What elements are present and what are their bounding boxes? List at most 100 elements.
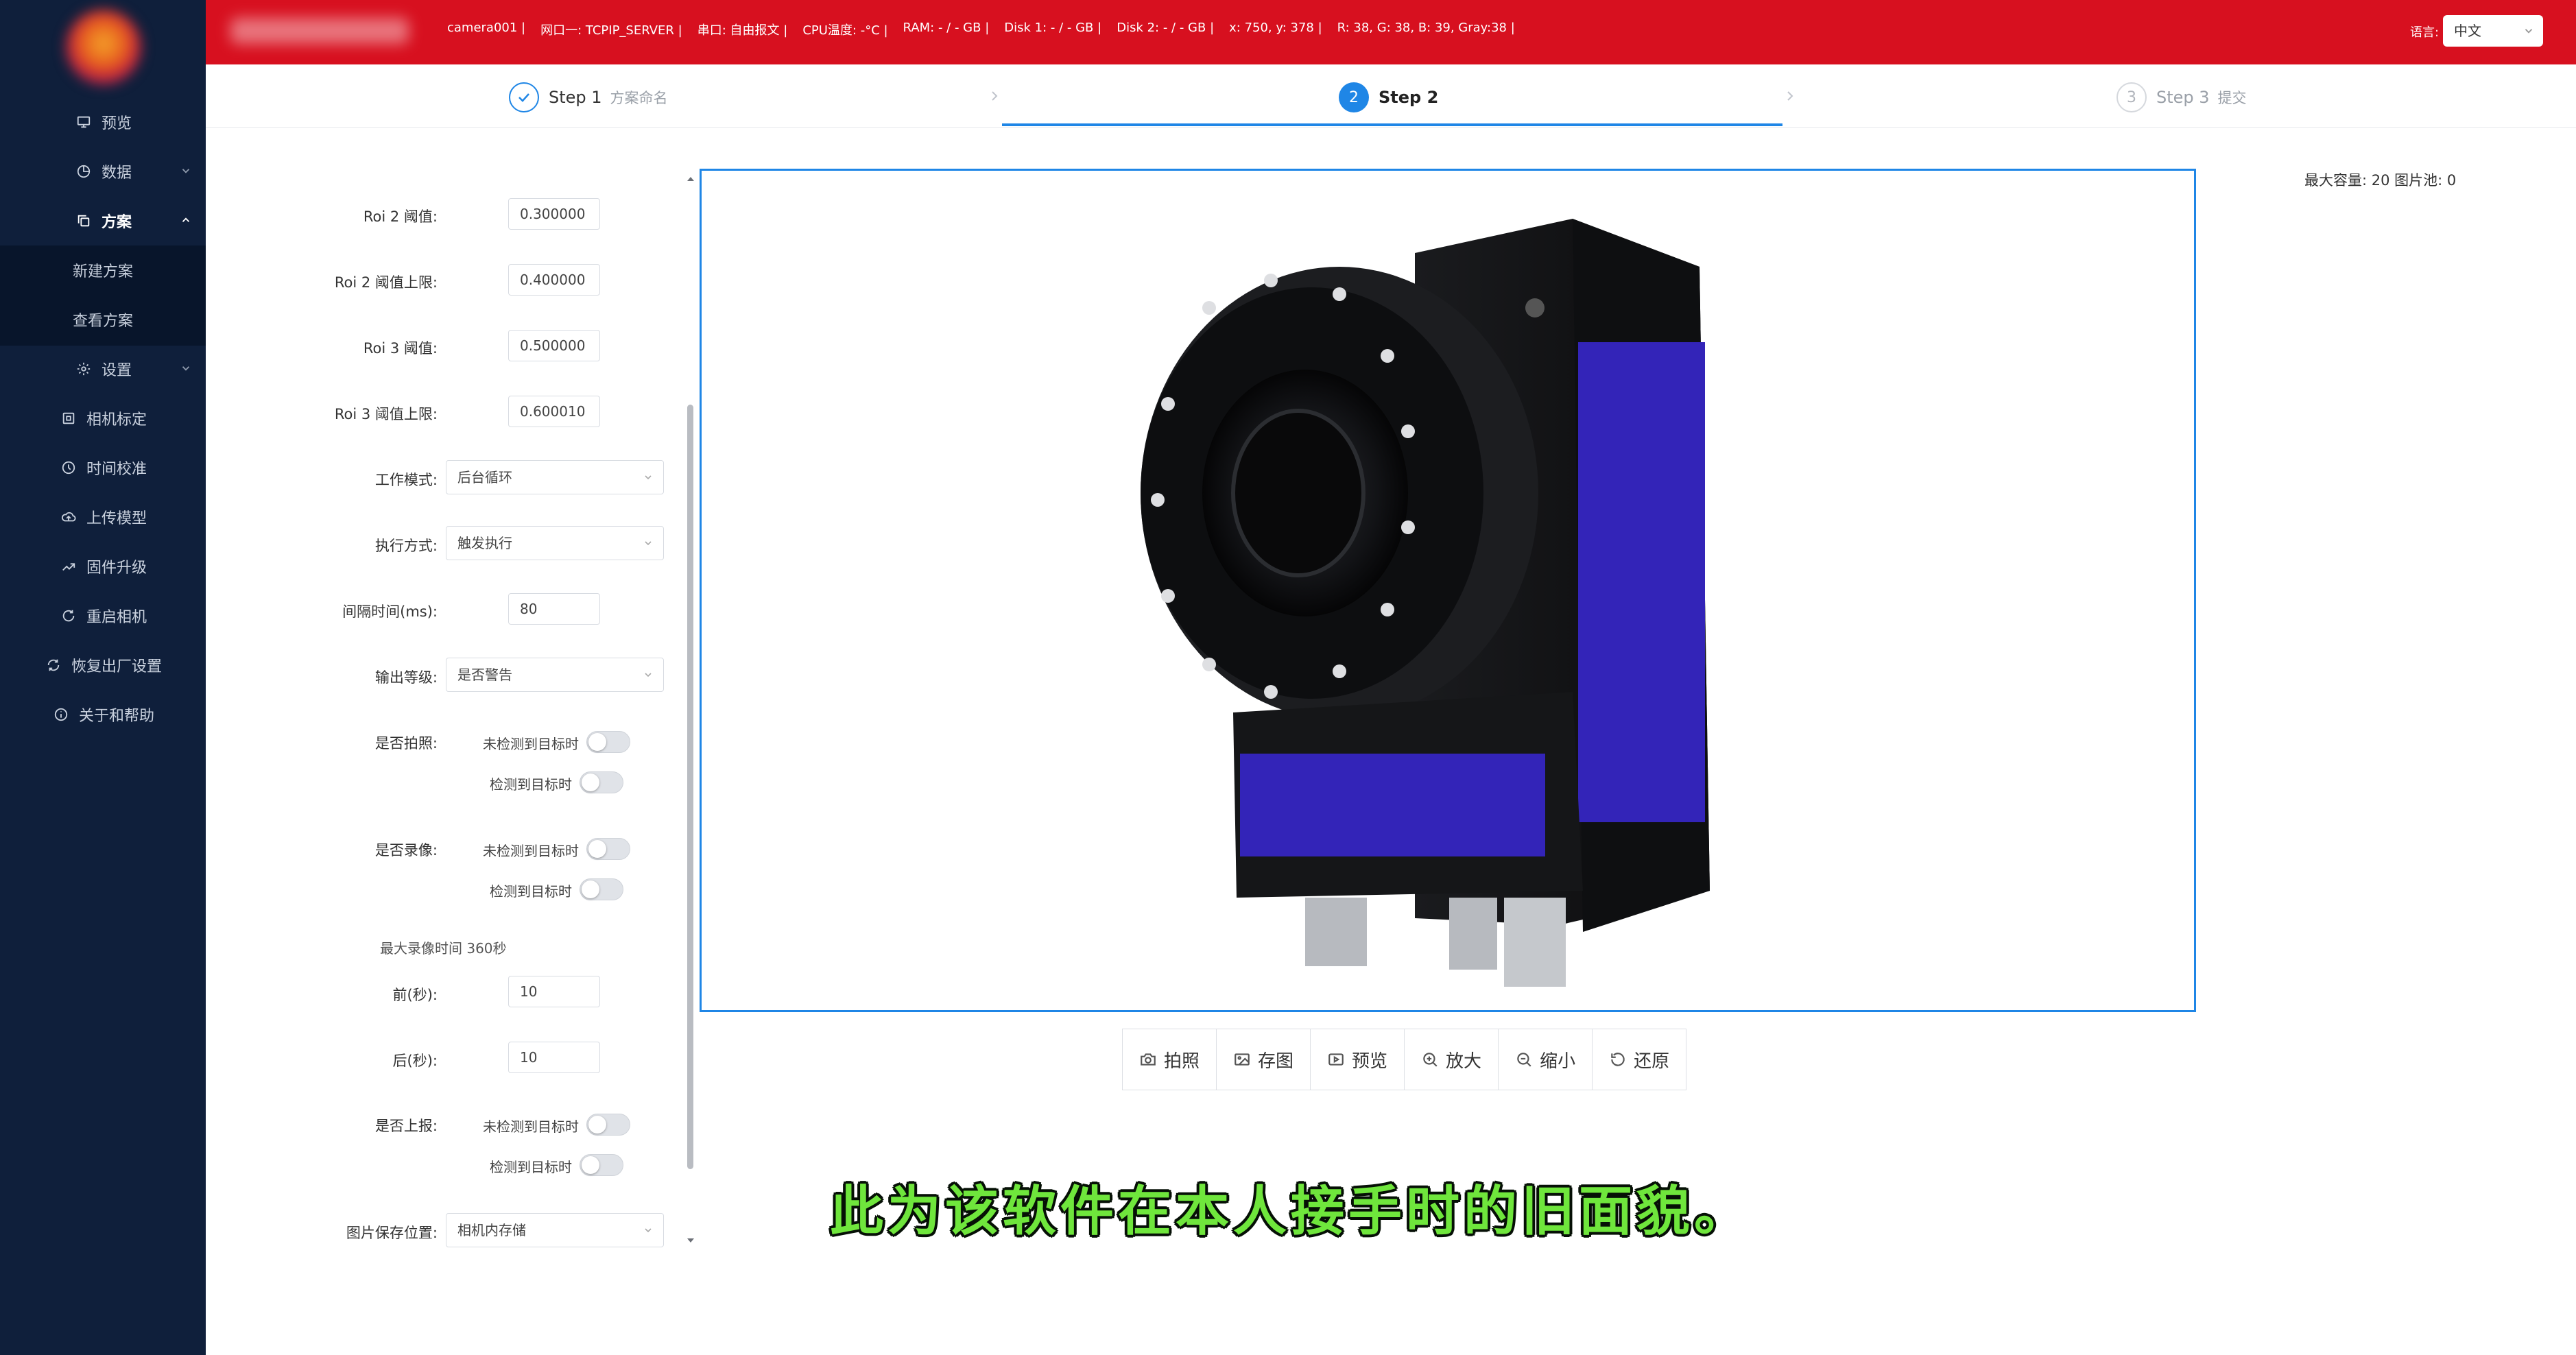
before-seconds-label: 前(秒): <box>392 987 438 1003</box>
save-location-value: 相机内存储 <box>457 1222 526 1238</box>
output-level-label: 输出等级: <box>374 669 438 686</box>
report-label: 是否上报: <box>374 1118 438 1134</box>
report-not-detected-toggle[interactable] <box>586 1114 630 1136</box>
record-not-detected-label: 未检测到目标时 <box>483 843 579 859</box>
capture-detected-toggle[interactable] <box>580 771 623 793</box>
language-label: 语言: <box>2410 25 2440 40</box>
zoom-in-button[interactable]: 放大 <box>1405 1029 1499 1090</box>
plan-submenu: 新建方案 查看方案 <box>0 245 206 346</box>
app-logo <box>66 10 141 85</box>
info-icon <box>51 705 71 724</box>
submenu-new-plan[interactable]: 新建方案 <box>0 245 206 295</box>
save-location-label: 图片保存位置: <box>346 1225 438 1241</box>
chevron-down-icon <box>645 1228 652 1233</box>
sidebar-item-label: 相机标定 <box>86 411 147 429</box>
capture-button[interactable]: 拍照 <box>1123 1029 1217 1090</box>
after-seconds-input[interactable]: 10 <box>508 1042 600 1073</box>
status-camera: camera001 | <box>447 21 526 35</box>
reset-view-button[interactable]: 还原 <box>1593 1029 1686 1090</box>
gear-icon <box>74 359 93 379</box>
scroll-up-arrow[interactable] <box>686 174 695 184</box>
sidebar-item-plan[interactable]: 方案 <box>0 196 206 245</box>
image-preview[interactable] <box>700 169 2196 1012</box>
roi2-threshold-input[interactable]: 0.300000 <box>508 198 600 230</box>
exec-mode-select[interactable]: 触发执行 <box>446 526 664 560</box>
step-number: 2 <box>1339 82 1369 112</box>
submenu-view-plans[interactable]: 查看方案 <box>0 295 206 344</box>
capacity-readout: 最大容量: 20 图片池: 0 <box>2304 172 2457 189</box>
step-label: Step 1 <box>549 88 602 107</box>
status-readout: camera001 | 网口一: TCPIP_SERVER | 串口: 自由报文… <box>447 21 1530 38</box>
camera-device-image <box>1141 219 1710 987</box>
status-disk2: Disk 2: - / - GB | <box>1117 21 1215 35</box>
report-detected-label: 检测到目标时 <box>490 1159 572 1175</box>
sidebar-item-upload-model[interactable]: 上传模型 <box>0 492 206 542</box>
image-icon <box>1233 1051 1251 1068</box>
sidebar-item-time-sync[interactable]: 时间校准 <box>0 443 206 492</box>
interval-input[interactable]: 80 <box>508 593 600 625</box>
sidebar-item-restart-camera[interactable]: 重启相机 <box>0 591 206 640</box>
sidebar-item-label: 预览 <box>101 115 132 132</box>
video-caption: 此为该软件在本人接手时的旧面貌。 <box>830 1180 1752 1243</box>
chevron-up-icon <box>182 217 190 222</box>
zoom-in-button-label: 放大 <box>1446 1051 1482 1072</box>
work-mode-select[interactable]: 后台循环 <box>446 460 664 494</box>
roi3-upper-input[interactable]: 0.600010 <box>508 396 600 427</box>
save-location-select[interactable]: 相机内存储 <box>446 1213 664 1247</box>
roi3-threshold-input[interactable]: 0.500000 <box>508 330 600 361</box>
status-network: 网口一: TCPIP_SERVER | <box>540 23 682 38</box>
trend-icon <box>59 557 78 576</box>
record-detected-label: 检测到目标时 <box>490 883 572 900</box>
report-detected-toggle[interactable] <box>580 1154 623 1176</box>
step-2: 2 Step 2 <box>1339 82 1438 112</box>
language-select[interactable]: 中文 <box>2443 15 2543 47</box>
step-label: Step 2 <box>1379 88 1439 107</box>
reset-view-button-label: 还原 <box>1634 1051 1670 1072</box>
record-not-detected-toggle[interactable] <box>586 838 630 860</box>
capture-not-detected-toggle[interactable] <box>586 731 630 753</box>
save-image-button[interactable]: 存图 <box>1217 1029 1311 1090</box>
sidebar-item-firmware-upgrade[interactable]: 固件升级 <box>0 542 206 591</box>
chevron-down-icon <box>645 673 652 678</box>
cloud-upload-icon <box>59 507 78 527</box>
check-icon <box>509 82 539 112</box>
capture-button-label: 拍照 <box>1164 1051 1200 1072</box>
image-toolbar: 拍照 存图 预览 放大 缩小 还原 <box>1122 1029 1687 1090</box>
record-detected-toggle[interactable] <box>580 878 623 900</box>
sidebar-item-settings[interactable]: 设置 <box>0 344 206 394</box>
sidebar-item-label: 数据 <box>101 165 132 182</box>
chevron-right-icon <box>992 91 998 101</box>
monitor-icon <box>74 112 93 132</box>
sidebar-item-label: 方案 <box>101 214 132 231</box>
status-pixel-rgb: R: 38, G: 38, B: 39, Gray:38 | <box>1337 21 1515 35</box>
sidebar-item-preview[interactable]: 预览 <box>0 97 206 147</box>
top-status-bar: camera001 | 网口一: TCPIP_SERVER | 串口: 自由报文… <box>206 0 2576 64</box>
status-disk1: Disk 1: - / - GB | <box>1004 21 1102 35</box>
brand-name <box>230 18 409 44</box>
submenu-label: 查看方案 <box>72 313 133 330</box>
scroll-down-arrow[interactable] <box>686 1236 695 1245</box>
roi2-upper-input[interactable]: 0.400000 <box>508 264 600 296</box>
sidebar-item-label: 固件升级 <box>86 560 147 577</box>
sidebar-item-label: 设置 <box>101 362 132 379</box>
capture-not-detected-label: 未检测到目标时 <box>483 736 579 752</box>
zoom-out-button[interactable]: 缩小 <box>1499 1029 1593 1090</box>
reset-icon <box>1609 1051 1627 1068</box>
form-scrollbar-thumb[interactable] <box>687 405 693 1169</box>
chevron-down-icon <box>182 169 190 173</box>
sidebar-item-about-help[interactable]: 关于和帮助 <box>0 690 206 739</box>
status-ram: RAM: - / - GB | <box>903 21 990 35</box>
sidebar-item-factory-reset[interactable]: 恢复出厂设置 <box>0 640 206 690</box>
status-serial: 串口: 自由报文 | <box>697 23 788 38</box>
sidebar-item-camera-calibration[interactable]: 相机标定 <box>0 394 206 443</box>
capture-detected-label: 检测到目标时 <box>490 776 572 793</box>
before-seconds-input[interactable]: 10 <box>508 976 600 1007</box>
exec-mode-value: 触发执行 <box>457 535 512 551</box>
exec-mode-label: 执行方式: <box>374 538 438 554</box>
language-value: 中文 <box>2454 23 2481 39</box>
pie-chart-icon <box>74 162 93 181</box>
output-level-select[interactable]: 是否警告 <box>446 658 664 692</box>
preview-button[interactable]: 预览 <box>1311 1029 1405 1090</box>
sidebar-item-label: 重启相机 <box>86 609 147 626</box>
sidebar-item-data[interactable]: 数据 <box>0 147 206 196</box>
